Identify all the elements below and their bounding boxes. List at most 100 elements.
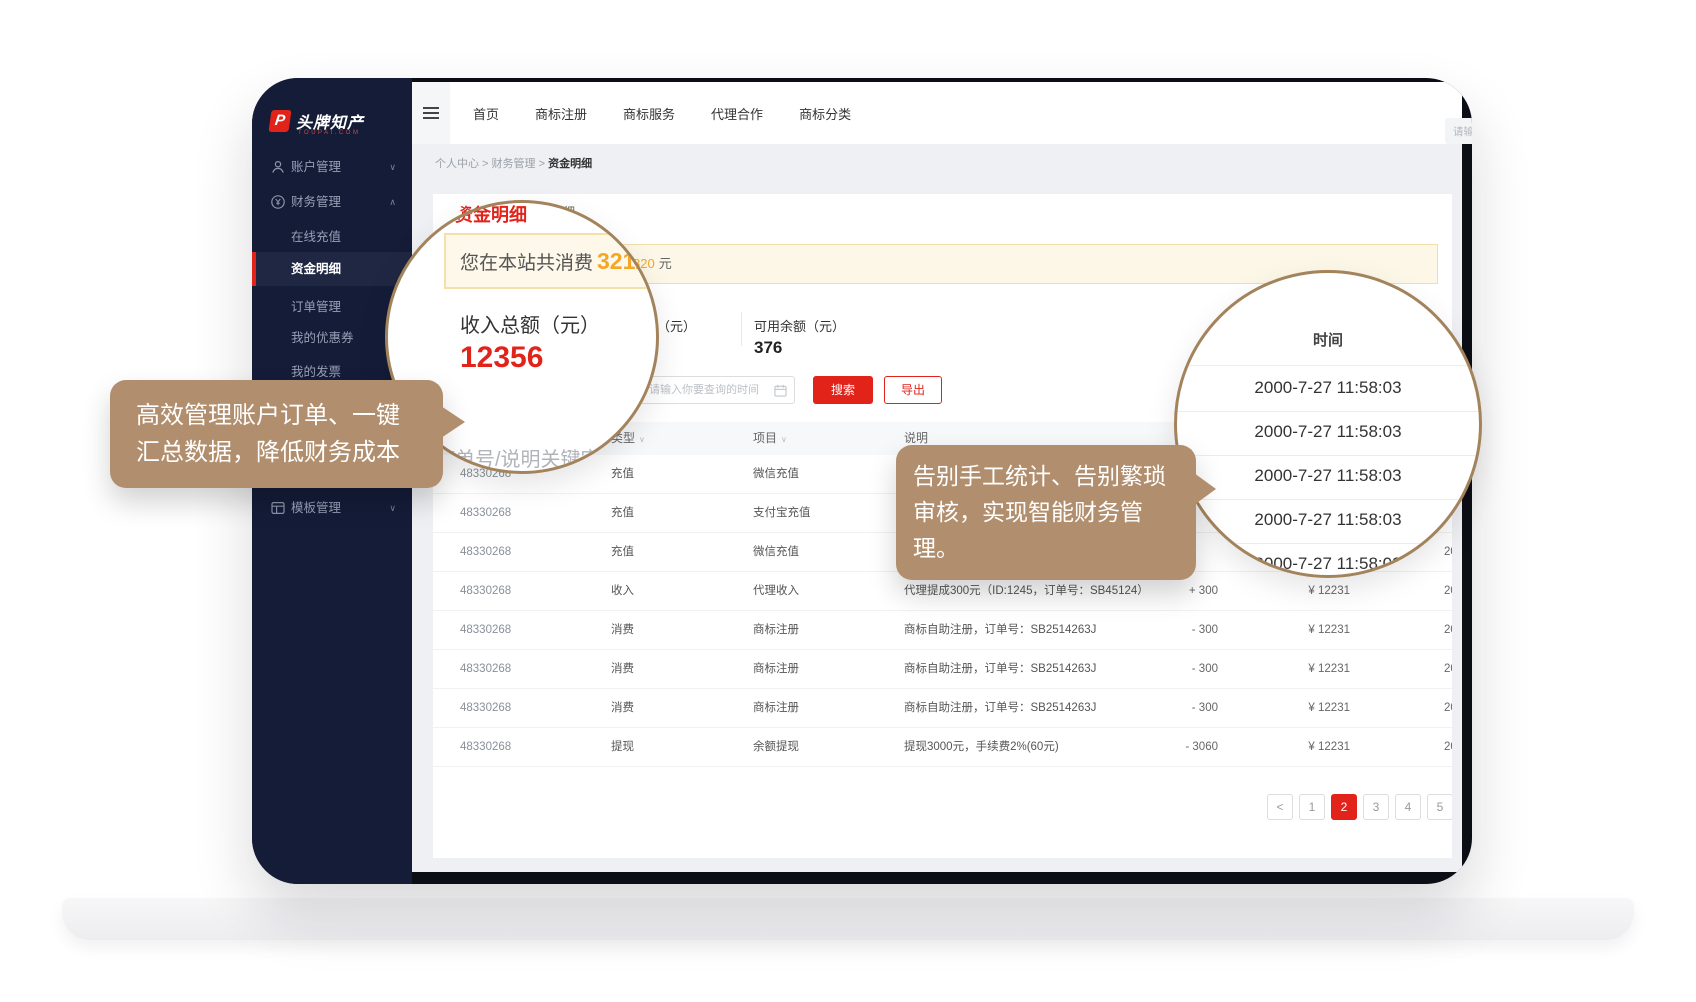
active-indicator <box>252 252 256 286</box>
breadcrumb[interactable]: 个人中心 > 财务管理 > 资金明细 <box>435 155 592 171</box>
sidebar-item-1[interactable]: 账户管理∨ <box>252 150 412 184</box>
callout-right-tail <box>1194 473 1216 505</box>
nav-item-3[interactable]: 商标服务 <box>623 104 675 123</box>
table-row: 48330268 消费 商标注册 商标自助注册，订单号：SB2514263J - 300… <box>433 650 1452 689</box>
cell-c5: - 300 <box>1133 650 1218 688</box>
callout-right-text: 告别手工统计、告别繁琐审核，实现智能财务管理。 <box>913 458 1196 566</box>
nav-item-4[interactable]: 代理合作 <box>711 104 763 123</box>
cell-c4: 商标自助注册，订单号：SB2514263J <box>904 689 1096 727</box>
magnified-time-row: 2000-7-27 11:58:03 <box>1177 549 1479 578</box>
cell-c2: 消费 <box>611 611 634 649</box>
cell-c2: 消费 <box>611 650 634 688</box>
hamburger-menu-icon[interactable] <box>423 107 439 119</box>
cell-c4: 提现3000元，手续费2%(60元) <box>904 728 1059 766</box>
cell-c1: 48330268 <box>460 572 511 610</box>
nav-item-5[interactable]: 商标分类 <box>799 104 851 123</box>
pagination-prev[interactable]: < <box>1267 794 1293 820</box>
table-row: 48330268提现余额提现提现3000元，手续费2%(60元)- 3060¥ … <box>433 728 1452 767</box>
cell-c1: 48330268 <box>460 611 511 649</box>
cell-c7: 2000-7-27 11:58:03 <box>1444 728 1452 766</box>
sidebar-item-2[interactable]: 财务管理∧ <box>252 185 412 219</box>
callout-left-tail <box>441 406 465 438</box>
menu-toggle-strip <box>412 82 450 144</box>
cell-c1: 48330268 <box>460 650 511 688</box>
page: P 头牌知产 TOUPAI.COM 账户管理∨财务管理∧在线充值资金明细订单管理… <box>0 0 1696 1002</box>
magnified-row-divider <box>1177 499 1479 500</box>
breadcrumb-current: 资金明细 <box>548 158 592 170</box>
magnified-row-divider <box>1177 411 1479 412</box>
brand-tagline: TOUPAI.COM <box>298 130 360 136</box>
callout-left: 高效管理账户订单、一键汇总数据，降低财务成本 <box>110 380 443 488</box>
cell-c3: 商标注册 <box>753 650 799 688</box>
magnified-income-label: 收入总额（元） <box>460 309 600 338</box>
magnifier-right: 时间 2000-7-27 11:58:03 2000-7-27 11:58:03 2… <box>1174 270 1482 578</box>
cell-c1: 48330268 <box>460 689 511 727</box>
laptop-base <box>62 898 1634 940</box>
cell-c2: 消费 <box>611 689 634 727</box>
cell-c3: 余额提现 <box>753 728 799 766</box>
magnified-header-divider <box>1177 365 1479 366</box>
magnified-income-value: 12356 <box>460 341 543 375</box>
cell-c3: 微信充值 <box>753 455 799 493</box>
cell-c1: 48330268 <box>460 728 511 766</box>
sidebar-item-4[interactable]: 资金明细 <box>252 252 412 286</box>
cell-c6: ¥ 12231 <box>1253 650 1350 688</box>
brand-logo[interactable]: P 头牌知产 TOUPAI.COM <box>270 108 400 142</box>
callout-right: 告别手工统计、告别繁琐审核，实现智能财务管理。 <box>896 445 1196 580</box>
pagination-page-1[interactable]: 1 <box>1299 794 1325 820</box>
magnified-tab-label: 资金明细 <box>455 201 527 227</box>
nav-item-2[interactable]: 商标注册 <box>535 104 587 123</box>
pagination-page-3[interactable]: 3 <box>1363 794 1389 820</box>
cell-c7: 2000-7-27 11:58:03 <box>1444 611 1452 649</box>
magnified-keyword-placeholder: 订单号/说明关键字 <box>435 443 601 472</box>
callout-line: 汇总数据，降低财务成本 <box>136 434 443 471</box>
cell-c3: 代理收入 <box>753 572 799 610</box>
brand-logo-icon: P <box>268 110 291 132</box>
cell-c5: - 300 <box>1133 611 1218 649</box>
cell-c7: 2000-7-27 11:58:03 <box>1444 650 1452 688</box>
template-icon <box>270 500 286 516</box>
pagination-page-4[interactable]: 4 <box>1395 794 1421 820</box>
cell-c3: 支付宝充值 <box>753 494 811 532</box>
cell-c4: 商标自助注册，订单号：SB2514263J <box>904 611 1096 649</box>
cell-c2: 收入 <box>611 572 634 610</box>
breadcrumb-trail[interactable]: 个人中心 > 财务管理 > <box>435 158 545 170</box>
cell-c6: ¥ 12231 <box>1253 728 1350 766</box>
cell-c2: 充值 <box>611 533 634 571</box>
cell-c5: - 300 <box>1133 689 1218 727</box>
cell-c4: 商标自助注册，订单号：SB2514263J <box>904 650 1096 688</box>
cell-c2: 充值 <box>611 455 634 493</box>
cell-c2: 提现 <box>611 728 634 766</box>
table-row: 48330268 消费 商标注册 商标自助注册，订单号：SB2514263J - 300… <box>433 689 1452 728</box>
pagination: <12345 <box>1267 794 1452 820</box>
sidebar-item-8[interactable]: 模板管理∨ <box>252 491 412 525</box>
callout-line: 高效管理账户订单、一键 <box>136 397 443 434</box>
pagination-page-5[interactable]: 5 <box>1427 794 1452 820</box>
magnified-consumption-banner: 您在本站共消费32124元 <box>444 233 659 289</box>
user-icon <box>270 159 286 175</box>
magnified-time-row: 2000-7-27 11:58:03 <box>1177 461 1479 491</box>
chevron-down-icon: ∨ <box>389 150 396 184</box>
cell-c7: 2000-7-27 11:58:03 <box>1444 572 1452 610</box>
callout-line: 理。 <box>913 530 1196 566</box>
pagination-page-2[interactable]: 2 <box>1331 794 1357 820</box>
magnified-time-row: 2000-7-27 11:58:03 <box>1177 417 1479 447</box>
search-input[interactable] <box>1451 119 1472 145</box>
cell-c6: ¥ 12231 <box>1253 689 1350 727</box>
magnified-time-row: 2000-7-27 11:58:03 <box>1177 373 1479 403</box>
finance-icon <box>270 194 286 210</box>
nav-item-1[interactable]: 首页 <box>473 104 499 123</box>
magnified-time-header: 时间 <box>1177 329 1479 350</box>
callout-left-text: 高效管理账户订单、一键汇总数据，降低财务成本 <box>136 397 443 471</box>
magnified-row-divider <box>1177 455 1479 456</box>
sidebar-item-3[interactable]: 在线充值 <box>252 220 412 254</box>
magnified-row-divider <box>1177 543 1479 544</box>
cell-c1: 48330268 <box>460 494 511 532</box>
top-nav-items: 首页 商标注册 商标服务 代理合作 商标分类 <box>473 82 851 144</box>
callout-line: 审核，实现智能财务管 <box>913 494 1196 530</box>
magnified-time-row: 2000-7-27 11:58:03 <box>1177 505 1479 535</box>
cell-c3: 微信充值 <box>753 533 799 571</box>
cell-c3: 商标注册 <box>753 689 799 727</box>
chevron-up-icon: ∧ <box>389 185 396 219</box>
chevron-down-icon: ∨ <box>389 491 396 525</box>
